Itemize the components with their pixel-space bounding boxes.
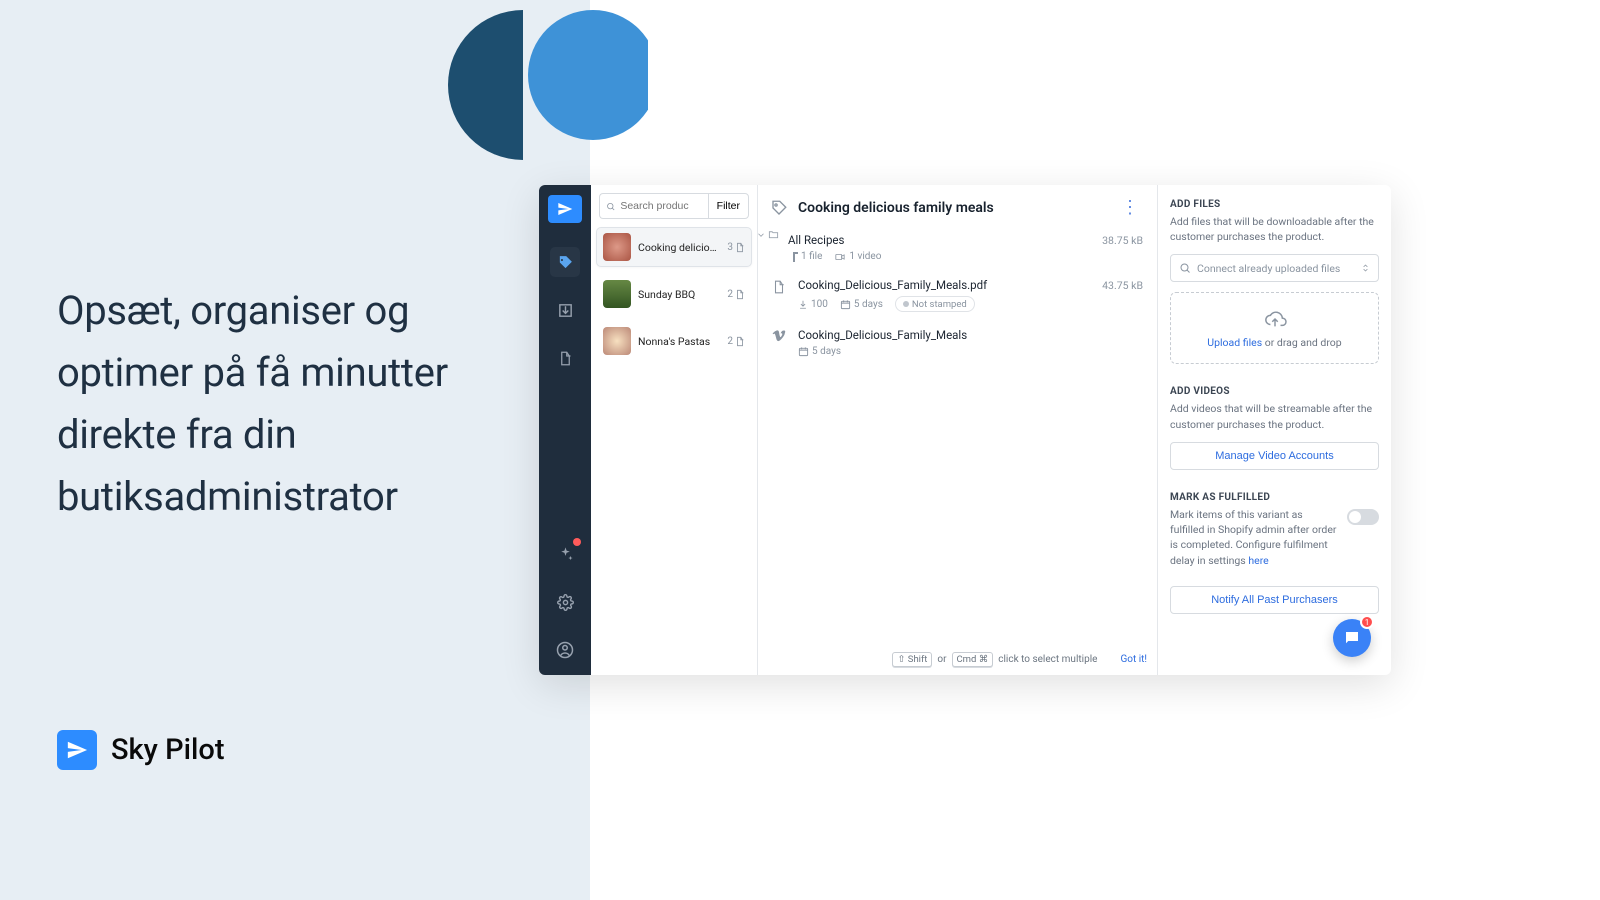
rail-files-icon[interactable]: [550, 343, 580, 373]
product-thumb: [603, 233, 631, 261]
folder-icon: [767, 229, 780, 240]
mark-fulfilled-heading: MARK AS FULFILLED: [1170, 492, 1379, 503]
app-window: Filter Cooking delicious f… 3 Sunday BBQ…: [539, 185, 1391, 675]
product-file-count: 2: [727, 336, 745, 347]
file-size: 38.75 kB: [1102, 233, 1143, 247]
calendar-icon: [840, 299, 851, 310]
hero-headline: Opsæt, organiser og optimer på få minutt…: [57, 280, 537, 528]
product-thumb: [603, 280, 631, 308]
search-input[interactable]: [620, 200, 701, 212]
file-row[interactable]: Cooking_Delicious_Family_Meals.pdf 100 5…: [768, 272, 1147, 322]
connect-files-select[interactable]: Connect already uploaded files: [1170, 254, 1379, 282]
product-thumb: [603, 327, 631, 355]
mark-fulfilled-toggle[interactable]: [1347, 509, 1379, 525]
file-title: All Recipes: [788, 233, 1092, 247]
manage-video-button[interactable]: Manage Video Accounts: [1170, 442, 1379, 470]
kbd-cmd: Cmd ⌘: [952, 652, 994, 667]
brand-logo: Sky Pilot: [57, 730, 225, 770]
file-icon: [735, 336, 745, 347]
file-row[interactable]: All Recipes 1 file 1 video 38.75 kB: [768, 227, 1147, 272]
cloud-upload-icon: [1263, 308, 1287, 330]
rail-account-icon[interactable]: [550, 635, 580, 665]
upload-dropzone[interactable]: Upload files or drag and drop: [1170, 292, 1379, 364]
paper-plane-icon: [57, 730, 97, 770]
rail-sparkle-icon[interactable]: [550, 539, 580, 569]
dismiss-hint-button[interactable]: Got it!: [1120, 654, 1147, 665]
tag-icon: [770, 199, 788, 217]
add-videos-heading: ADD VIDEOS: [1170, 386, 1379, 397]
file-icon: [770, 278, 788, 295]
chat-badge: 1: [1360, 615, 1374, 629]
file-meta: 100 5 days Not stamped: [798, 296, 1092, 312]
page-title: Cooking delicious family meals: [798, 200, 1107, 216]
file-meta: 5 days: [798, 346, 1143, 357]
main-panel: Cooking delicious family meals ⋮ All Rec…: [758, 185, 1158, 675]
calendar-icon: [798, 346, 809, 357]
add-files-heading: ADD FILES: [1170, 199, 1379, 210]
rail-products-icon[interactable]: [550, 247, 580, 277]
side-panel: ADD FILES Add files that will be downloa…: [1158, 185, 1391, 675]
chat-button[interactable]: 1: [1333, 619, 1371, 657]
file-row[interactable]: Cooking_Delicious_Family_Meals 5 days: [768, 322, 1147, 367]
brand-name: Sky Pilot: [111, 733, 225, 767]
vimeo-icon: [770, 328, 788, 343]
chevron-down-icon: [756, 230, 766, 240]
more-menu-button[interactable]: ⋮: [1117, 195, 1143, 221]
rail-logo-icon[interactable]: [548, 195, 582, 223]
file-size: 43.75 kB: [1102, 278, 1143, 292]
rail-settings-icon[interactable]: [550, 587, 580, 617]
chevron-updown-icon: [1361, 262, 1370, 274]
product-name: Sunday BBQ: [638, 288, 720, 301]
rail-downloads-icon[interactable]: [550, 295, 580, 325]
multiselect-hint: ⇧ Shift or Cmd ⌘ click to select multipl…: [892, 652, 1147, 667]
mark-fulfilled-desc: Mark items of this variant as fulfilled …: [1170, 507, 1337, 568]
add-files-desc: Add files that will be downloadable afte…: [1170, 214, 1379, 244]
settings-here-link[interactable]: here: [1248, 554, 1268, 567]
download-icon: [798, 299, 808, 310]
product-item[interactable]: Nonna's Pastas 2: [596, 321, 752, 361]
search-icon: [606, 201, 615, 212]
product-name: Cooking delicious f…: [638, 241, 720, 254]
product-item[interactable]: Sunday BBQ 2: [596, 274, 752, 314]
product-list-panel: Filter Cooking delicious f… 3 Sunday BBQ…: [591, 185, 758, 675]
collapse-toggle[interactable]: [756, 229, 780, 240]
file-meta: 1 file 1 video: [788, 251, 1092, 262]
decorative-circles: [448, 0, 648, 170]
upload-files-link[interactable]: Upload files: [1207, 336, 1262, 349]
file-title: Cooking_Delicious_Family_Meals: [798, 328, 1143, 342]
notify-purchasers-button[interactable]: Notify All Past Purchasers: [1170, 586, 1379, 614]
file-title: Cooking_Delicious_Family_Meals.pdf: [798, 278, 1092, 292]
stamp-status: Not stamped: [895, 296, 975, 312]
product-file-count: 2: [727, 289, 745, 300]
product-file-count: 3: [727, 242, 745, 253]
video-icon: [834, 252, 846, 262]
product-item[interactable]: Cooking delicious f… 3: [596, 227, 752, 267]
nav-rail: [539, 185, 591, 675]
add-videos-desc: Add videos that will be streamable after…: [1170, 401, 1379, 431]
file-icon: [735, 242, 745, 253]
file-icon: [788, 251, 798, 262]
kbd-shift: ⇧ Shift: [892, 652, 932, 667]
filter-button[interactable]: Filter: [708, 193, 749, 219]
notification-dot: [573, 538, 581, 546]
file-icon: [735, 289, 745, 300]
search-input-wrap[interactable]: [599, 193, 708, 219]
chat-icon: [1343, 629, 1361, 647]
search-icon: [1179, 262, 1191, 274]
product-name: Nonna's Pastas: [638, 335, 720, 348]
